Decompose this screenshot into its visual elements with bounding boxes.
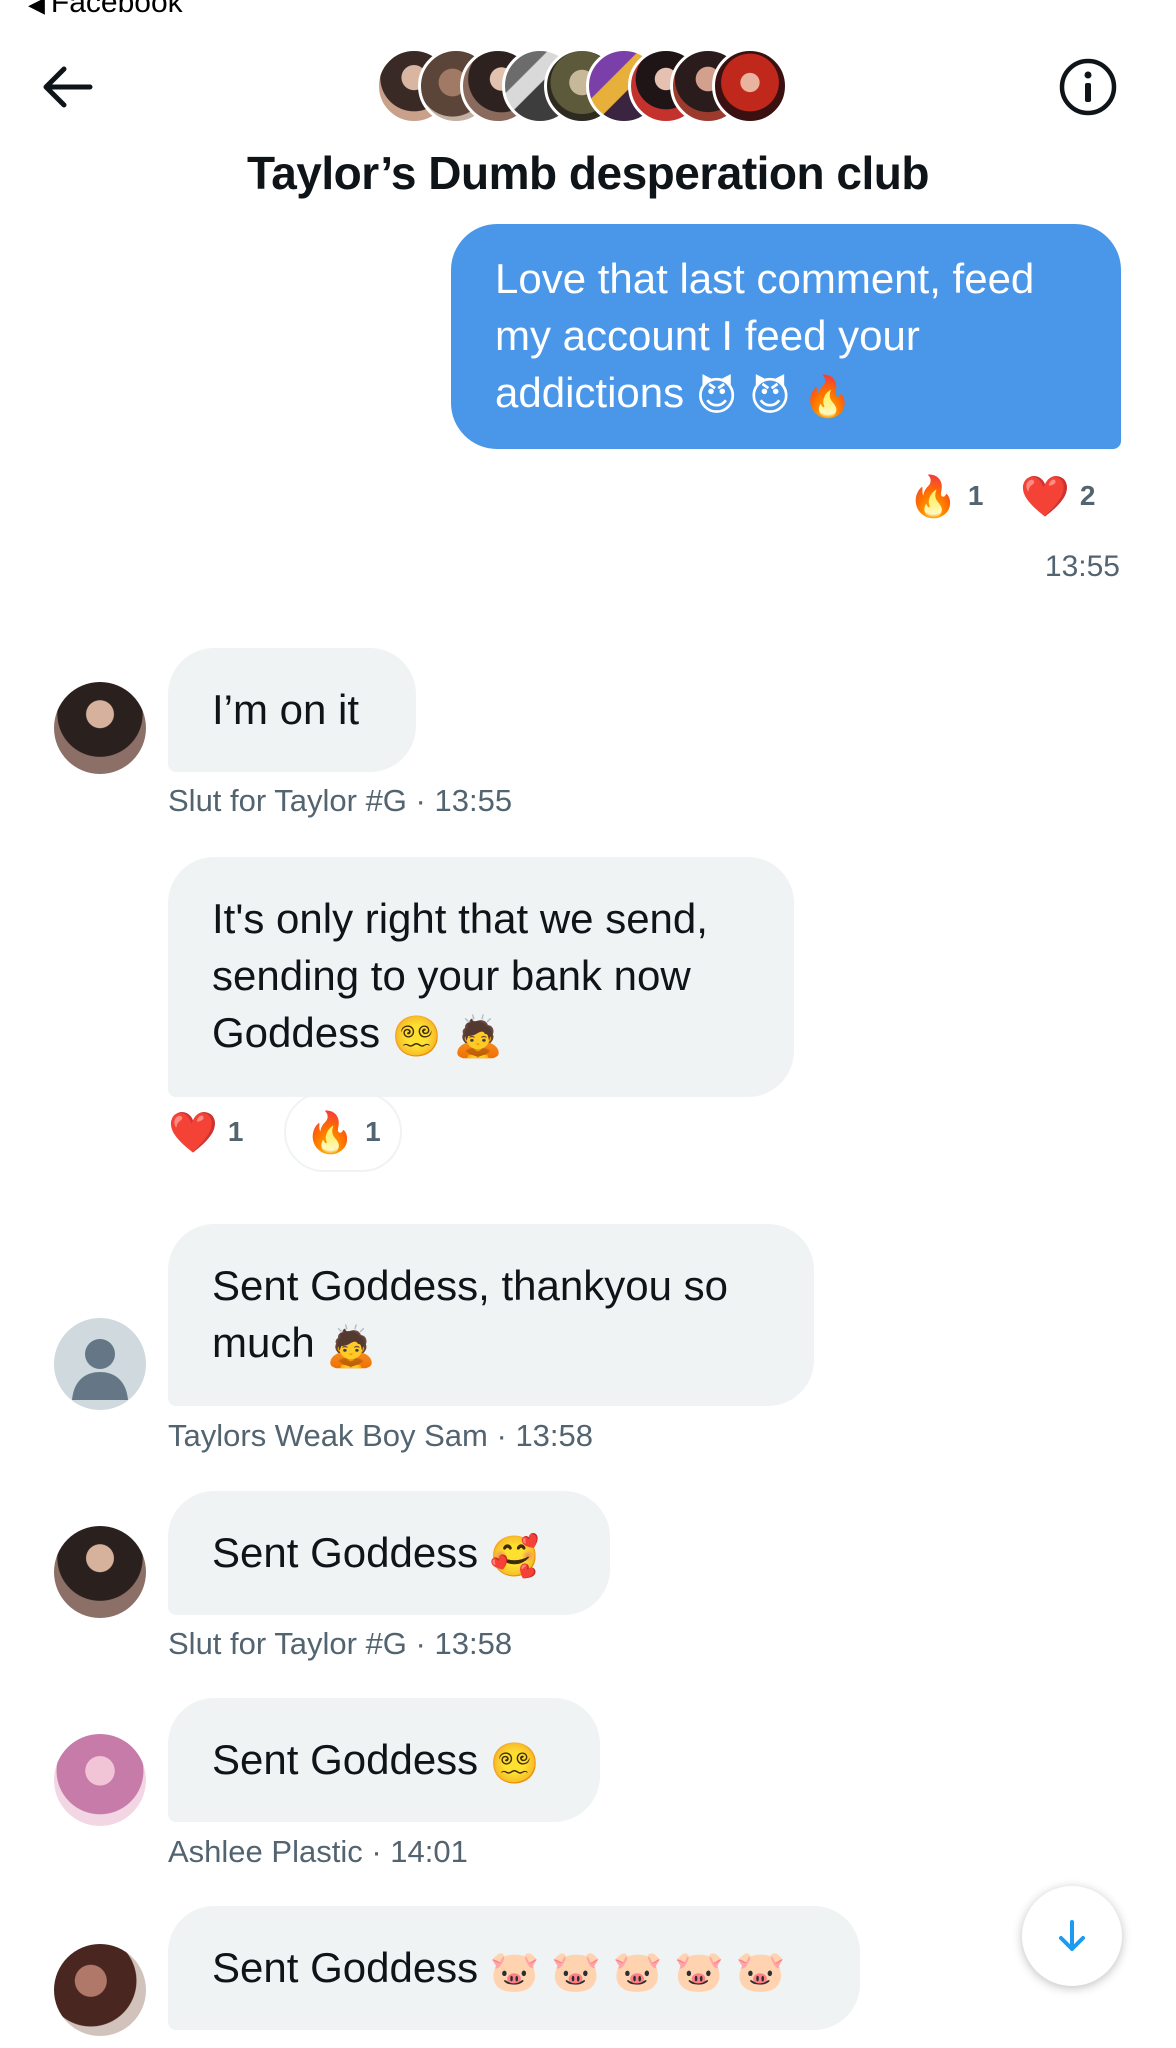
reaction-heart[interactable]: ❤️ 1 [168, 1092, 243, 1172]
heart-emoji-icon: ❤️ [168, 1109, 218, 1156]
bowing-person-emoji-icon: 🙇 [326, 1324, 377, 1370]
message-text: Sent Goddess [212, 1944, 479, 1991]
outgoing-message-reactions[interactable]: 🔥 1 ❤️ 2 [908, 470, 1128, 522]
message-text: I’m on it [212, 686, 360, 733]
avatar[interactable] [54, 1318, 146, 1410]
incoming-message-bubble[interactable]: Sent Goddess 😵‍💫 [168, 1698, 600, 1822]
avatar[interactable] [54, 1944, 146, 2036]
sender-name: Slut for Taylor #G [168, 783, 407, 818]
conversation-info-button[interactable] [1057, 56, 1119, 118]
reaction-count: 2 [1079, 480, 1096, 511]
devil-emoji-icon: 😈 [749, 374, 791, 420]
message-line: much 🙇 [212, 1314, 774, 1376]
reaction-heart[interactable]: ❤️ 2 [1020, 470, 1095, 522]
outgoing-message-bubble[interactable]: Love that last comment, feed my account … [451, 224, 1121, 449]
dizzy-face-emoji-icon: 😵‍💫 [489, 1741, 540, 1787]
pig-face-emoji-icon: 🐷 [674, 1949, 725, 1995]
participant-avatar [712, 48, 788, 124]
message-line: Love that last comment, feed [495, 255, 1035, 302]
message-meta: Slut for Taylor #G · 13:58 [168, 1626, 513, 1661]
avatar[interactable] [54, 682, 146, 774]
message-line: It's only right that we send, [212, 895, 708, 942]
message-text: Sent Goddess [212, 1529, 479, 1576]
incoming-message-bubble[interactable]: Sent Goddess 🥰 [168, 1491, 610, 1615]
avatar[interactable] [54, 1734, 146, 1826]
person-silhouette-icon [72, 1339, 128, 1400]
conversation-header: Taylor’s Dumb desperation club [0, 0, 1176, 215]
back-button[interactable] [38, 62, 96, 112]
smiling-face-with-hearts-emoji-icon: 🥰 [489, 1534, 540, 1580]
message-timestamp: 13:58 [434, 1626, 513, 1661]
incoming-message-reactions[interactable]: ❤️ 1 🔥 1 [168, 1092, 428, 1172]
message-timestamp: 13:58 [515, 1418, 594, 1453]
pig-face-emoji-icon: 🐷 [612, 1949, 663, 1995]
heart-emoji-icon: ❤️ [1020, 473, 1070, 520]
message-meta: Taylors Weak Boy Sam · 13:58 [168, 1418, 594, 1453]
message-meta: Ashlee Plastic · 14:01 [168, 1834, 468, 1869]
message-line: sending to your bank now [212, 952, 691, 999]
message-line: Goddess 😵‍💫 🙇 [212, 1004, 754, 1066]
message-timestamp: 13:55 [1044, 550, 1120, 583]
devil-emoji-icon: 😈 [695, 374, 738, 420]
message-timestamp: 13:55 [434, 783, 513, 818]
reaction-count: 1 [967, 480, 984, 511]
message-meta: Slut for Taylor #G · 13:55 [168, 783, 513, 818]
message-timestamp: 14:01 [390, 1834, 468, 1869]
fire-emoji-icon: 🔥 [305, 1109, 356, 1156]
conversation-title[interactable]: Taylor’s Dumb desperation club [0, 146, 1176, 200]
incoming-message-bubble[interactable]: I’m on it [168, 648, 416, 772]
message-line-text: much [212, 1319, 315, 1366]
info-circle-icon [1059, 58, 1117, 116]
fire-emoji-icon: 🔥 [908, 473, 958, 520]
message-line: my account I feed your [495, 312, 920, 359]
dizzy-face-emoji-icon: 😵‍💫 [391, 1014, 442, 1060]
incoming-message-bubble[interactable]: It's only right that we send, sending to… [168, 857, 794, 1097]
pig-face-emoji-icon: 🐷 [735, 1949, 786, 1995]
message-line-text: Goddess [212, 1009, 381, 1056]
reaction-count: 1 [365, 1116, 381, 1147]
message-text: Sent Goddess [212, 1736, 479, 1783]
incoming-message-bubble[interactable]: Sent Goddess, thankyou so much 🙇 [168, 1224, 814, 1406]
pig-face-emoji-icon: 🐷 [489, 1949, 540, 1995]
arrow-down-icon [1059, 1920, 1085, 1951]
reaction-fire[interactable]: 🔥 1 [284, 1092, 402, 1172]
reaction-fire[interactable]: 🔥 1 [908, 470, 983, 522]
sender-name: Taylors Weak Boy Sam [168, 1418, 488, 1453]
fire-emoji-icon: 🔥 [802, 374, 853, 420]
arrow-left-icon [43, 66, 93, 108]
scroll-to-bottom-button[interactable] [1022, 1886, 1122, 1986]
reaction-count: 1 [227, 1116, 244, 1147]
message-line: Sent Goddess, thankyou so [212, 1262, 728, 1309]
group-avatar-stack[interactable] [376, 48, 806, 124]
message-line: addictions 😈 😈 🔥 [495, 364, 1081, 426]
incoming-message-bubble[interactable]: Sent Goddess 🐷 🐷 🐷 🐷 🐷 [168, 1906, 860, 2030]
avatar[interactable] [54, 1526, 146, 1618]
bowing-person-emoji-icon: 🙇 [453, 1014, 504, 1060]
message-line-text: addictions [495, 369, 685, 416]
sender-name: Slut for Taylor #G [168, 1626, 407, 1661]
dm-conversation-screen: ◀ Facebook Taylor’s Dumb desperation clu… [0, 0, 1176, 2048]
pig-face-emoji-icon: 🐷 [551, 1949, 602, 1995]
sender-name: Ashlee Plastic [168, 1834, 363, 1869]
